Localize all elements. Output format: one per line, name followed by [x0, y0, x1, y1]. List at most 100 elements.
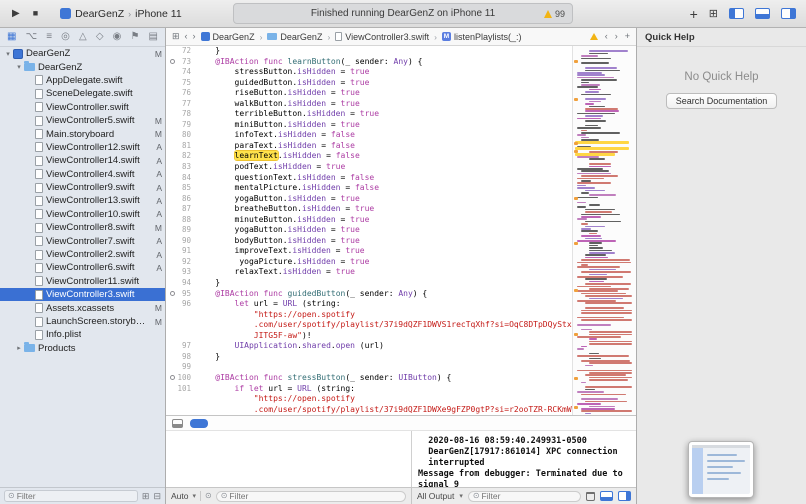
breakpoint-navigator-icon[interactable]: ⚑ [130, 32, 139, 42]
show-console-view-icon[interactable] [618, 491, 631, 501]
toggle-inspector-icon[interactable] [781, 8, 796, 19]
library-plus-icon[interactable]: + [690, 7, 698, 21]
code-line[interactable]: 83 podText.isHidden = true [166, 162, 572, 173]
search-documentation-button[interactable]: Search Documentation [666, 93, 778, 109]
test-navigator-icon[interactable]: ◇ [96, 32, 104, 42]
toggle-debug-area-icon[interactable] [755, 8, 770, 19]
tree-row[interactable]: ViewController5.swiftM [0, 114, 165, 127]
code-line[interactable]: 100 @IBAction func stressButton(_ sender… [166, 373, 572, 384]
output-scope-dropdown[interactable]: All Output [417, 491, 454, 501]
clear-console-icon[interactable] [586, 492, 595, 501]
code-line[interactable]: 91 improveText.isHidden = true [166, 246, 572, 257]
screenshot-thumbnail[interactable] [688, 441, 754, 498]
tree-row[interactable]: ViewController11.swift [0, 275, 165, 288]
toggle-navigator-icon[interactable] [729, 8, 744, 19]
variables-filter-input[interactable] [229, 491, 401, 501]
code-line[interactable]: .com/user/spotify/playlist/37i9dQZF1DWVS… [166, 320, 572, 331]
run-destination[interactable]: iPhone 11 [135, 8, 182, 20]
code-line[interactable]: 84 questionText.isHidden = false [166, 173, 572, 184]
breadcrumb-item[interactable]: MlistenPlaylists(_:) [442, 32, 522, 42]
ib-connection-icon[interactable] [170, 291, 175, 296]
issue-navigator-icon[interactable]: △ [79, 32, 87, 42]
tree-row[interactable]: LaunchScreen.storyboardM [0, 315, 165, 328]
tree-row[interactable]: ViewController8.swiftM [0, 221, 165, 234]
code-line[interactable]: 97 UIApplication.shared.open (url) [166, 341, 572, 352]
disclosure-triangle-icon[interactable]: ▾ [14, 63, 24, 71]
show-variables-view-icon[interactable] [600, 491, 613, 501]
tree-row[interactable]: ViewController3.swift [0, 288, 165, 301]
disclosure-triangle-icon[interactable]: ▾ [3, 50, 13, 58]
source-control-navigator-icon[interactable]: ⌥ [26, 32, 38, 42]
code-line[interactable]: 82 learnText.isHidden = false [166, 151, 572, 162]
tree-row[interactable]: ViewController4.swiftA [0, 168, 165, 181]
tree-row[interactable]: Assets.xcassetsM [0, 301, 165, 314]
code-line[interactable]: 93 relaxText.isHidden = true [166, 267, 572, 278]
forward-icon[interactable]: › [193, 32, 196, 41]
code-line[interactable]: 87 breatheButton.isHidden = true [166, 204, 572, 215]
disclosure-triangle-icon[interactable]: ▸ [14, 344, 24, 352]
tree-row[interactable]: ViewController13.swiftA [0, 194, 165, 207]
ib-connection-icon[interactable] [170, 375, 175, 380]
code-line[interactable]: JITG5F-aw")! [166, 331, 572, 342]
tree-row[interactable]: ViewController6.swiftA [0, 261, 165, 274]
related-items-icon[interactable]: ⊞ [172, 32, 180, 41]
scm-status-filter-icon[interactable]: ⊟ [153, 492, 161, 501]
breakpoints-toggle-icon[interactable] [190, 419, 208, 428]
code-line[interactable]: 75 guidedButton.isHidden = true [166, 78, 572, 89]
report-navigator-icon[interactable]: ▤ [149, 32, 158, 42]
breadcrumb-item[interactable]: DearGenZ [201, 32, 255, 42]
navigator-filter-field[interactable]: ⊙ [4, 490, 138, 502]
code-line[interactable]: 80 infoText.isHidden = false [166, 130, 572, 141]
code-line[interactable]: "https://open.spotify [166, 394, 572, 405]
tree-row[interactable]: ViewController14.swiftA [0, 154, 165, 167]
code-line[interactable]: 99 [166, 362, 572, 373]
tree-row[interactable]: ViewController.swift [0, 101, 165, 114]
next-issue-icon[interactable]: › [615, 32, 618, 41]
add-editor-icon[interactable]: + [625, 32, 630, 41]
previous-issue-icon[interactable]: ‹ [605, 32, 608, 41]
code-line[interactable]: 72 } [166, 46, 572, 57]
code-line[interactable]: 95 @IBAction func guidedButton(_ sender:… [166, 289, 572, 300]
code-line[interactable]: 101 if let url = URL (string: [166, 384, 572, 395]
issue-warning-icon[interactable] [590, 33, 598, 40]
variables-view[interactable] [166, 431, 412, 487]
console-pane[interactable]: 2020-08-16 08:59:40.249931-0500 DearGenZ… [412, 431, 636, 487]
code-line[interactable]: 76 riseButton.isHidden = true [166, 88, 572, 99]
symbol-navigator-icon[interactable]: ≡ [46, 32, 52, 42]
code-line[interactable]: 92 yogaPicture.isHidden = true [166, 257, 572, 268]
tree-row[interactable]: ViewController12.swiftA [0, 141, 165, 154]
ib-connection-icon[interactable] [170, 59, 175, 64]
flag-filter-icon[interactable]: ⊙ [205, 492, 212, 500]
code-line[interactable]: 81 paraText.isHidden = false [166, 141, 572, 152]
warning-badge[interactable]: 99 [544, 9, 565, 19]
code-line[interactable]: 90 bodyButton.isHidden = true [166, 236, 572, 247]
tree-row[interactable]: ViewController2.swiftA [0, 248, 165, 261]
code-line[interactable]: 78 terribleButton.isHidden = true [166, 109, 572, 120]
code-line[interactable]: 79 miniButton.isHidden = true [166, 120, 572, 131]
code-line[interactable]: 98 } [166, 352, 572, 363]
tree-row[interactable]: AppDelegate.swift [0, 74, 165, 87]
tree-row[interactable]: Main.storyboardM [0, 127, 165, 140]
tree-row[interactable]: ▾DearGenZM [0, 47, 165, 60]
code-line[interactable]: 89 yogaButton.isHidden = true [166, 225, 572, 236]
code-editor[interactable]: 72 }73 @IBAction func learnButton(_ send… [166, 46, 572, 415]
breadcrumb-item[interactable]: DearGenZ [267, 32, 322, 42]
back-icon[interactable]: ‹ [185, 32, 188, 41]
code-line[interactable]: .com/user/spotify/playlist/37i9dQZF1DWXe… [166, 405, 572, 415]
console-filter-field[interactable]: ⊙ [468, 491, 581, 502]
code-line[interactable]: "https://open.spotify [166, 310, 572, 321]
hide-debug-area-icon[interactable] [172, 419, 183, 428]
breadcrumb-item[interactable]: ViewController3.swift [335, 32, 429, 42]
tree-row[interactable]: ViewController7.swiftA [0, 234, 165, 247]
code-line[interactable]: 96 let url = URL (string: [166, 299, 572, 310]
variables-filter-field[interactable]: ⊙ [216, 491, 406, 502]
tree-row[interactable]: ▸Products [0, 342, 165, 355]
stop-icon[interactable]: ■ [33, 9, 38, 18]
scheme-selector[interactable]: DearGenZ › iPhone 11 [60, 8, 182, 20]
run-icon[interactable]: ▶ [12, 9, 20, 19]
code-line[interactable]: 74 stressButton.isHidden = true [166, 67, 572, 78]
code-line[interactable]: 85 mentalPicture.isHidden = false [166, 183, 572, 194]
tree-row[interactable]: Info.plist [0, 328, 165, 341]
scheme-name[interactable]: DearGenZ [75, 8, 124, 20]
editor-options-icon[interactable]: ⊞ [709, 7, 718, 20]
